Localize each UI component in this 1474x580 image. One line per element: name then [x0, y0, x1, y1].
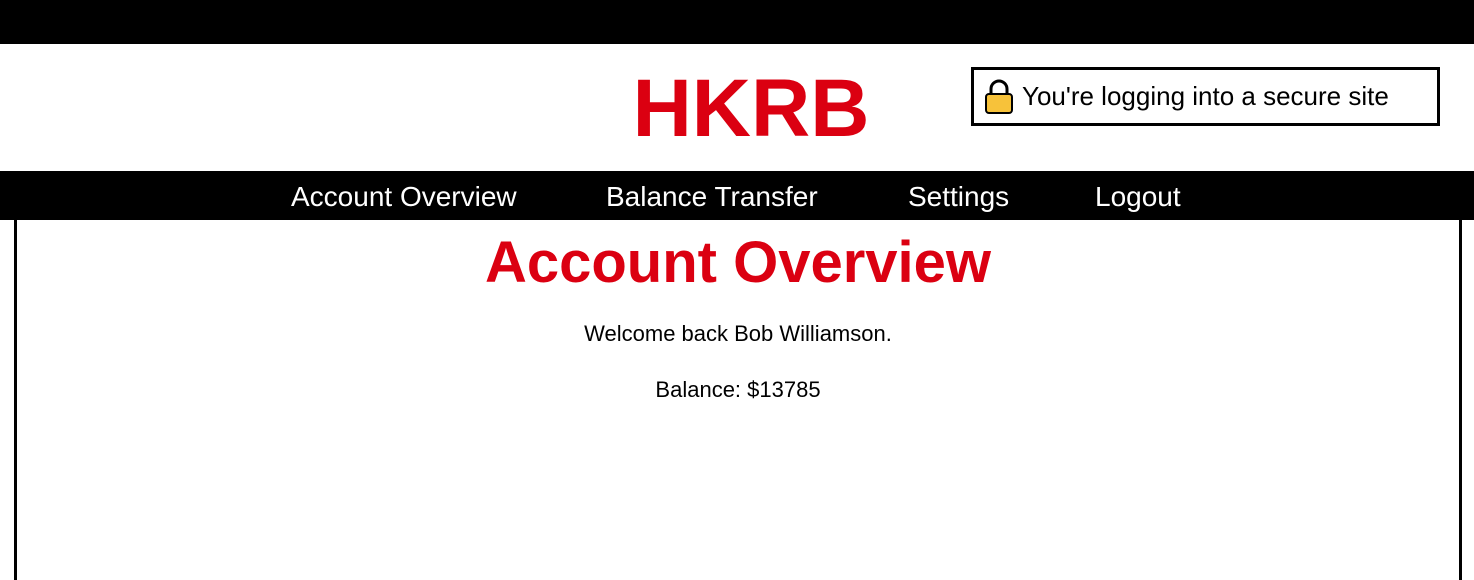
nav-account-overview[interactable]: Account Overview [291, 181, 517, 213]
nav-balance-transfer[interactable]: Balance Transfer [606, 181, 818, 213]
secure-site-text: You're logging into a secure site [1022, 81, 1389, 111]
nav-bar: Account Overview Balance Transfer Settin… [0, 171, 1474, 220]
lock-icon [985, 79, 1013, 114]
header: HKRB You're logging into a secure site [0, 44, 1474, 171]
welcome-message: Welcome back Bob Williamson. [584, 321, 892, 346]
nav-settings[interactable]: Settings [908, 181, 1009, 213]
page-title: Account Overview [484, 230, 992, 295]
account-balance: Balance: $13785 [655, 377, 821, 402]
top-bar [0, 0, 1474, 44]
nav-logout[interactable]: Logout [1095, 181, 1181, 213]
main-content: Account Overview Welcome back Bob Willia… [14, 220, 1462, 580]
secure-site-badge: You're logging into a secure site [971, 67, 1440, 126]
